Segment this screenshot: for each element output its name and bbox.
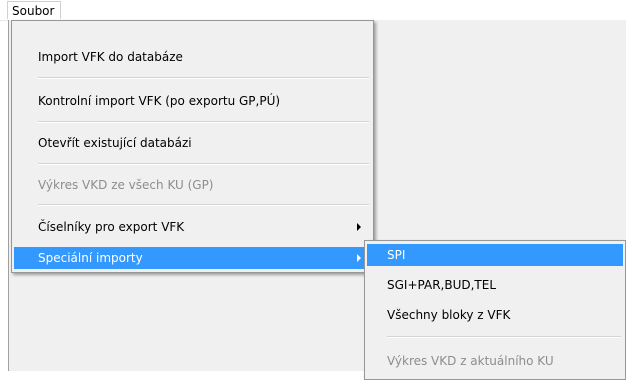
menu-item-codelists[interactable]: Číselníky pro export VFK	[14, 216, 371, 238]
submenu-item-sgi[interactable]: SGI+PAR,BUD,TEL	[367, 274, 623, 296]
submenu-item-all-blocks[interactable]: Všechny bloky z VFK	[367, 304, 623, 326]
menu-bar: Soubor	[0, 0, 626, 21]
special-imports-submenu: SPI SGI+PAR,BUD,TEL Všechny bloky z VFK …	[364, 240, 626, 380]
menu-item-label: Číselníky pro export VFK	[38, 220, 185, 234]
triangle-right-icon	[357, 223, 361, 231]
triangle-right-icon	[357, 254, 361, 262]
submenu-item-vkd-current-ku: Výkres VKD z aktuálního KU	[387, 354, 554, 368]
menu-separator	[38, 77, 369, 79]
menu-item-label: Speciální importy	[38, 251, 143, 265]
menu-item-special-imports[interactable]: Speciální importy	[14, 247, 371, 269]
menu-item-import-vfk[interactable]: Import VFK do databáze	[14, 46, 371, 68]
menu-separator	[38, 204, 369, 206]
menu-separator	[387, 336, 621, 338]
menu-separator	[38, 121, 369, 123]
menu-item-vkd-all-ku: Výkres VKD ze všech KU (GP)	[38, 178, 214, 192]
file-menu: Import VFK do databáze Kontrolní import …	[11, 20, 374, 273]
menu-separator	[38, 163, 369, 165]
menu-item-control-import[interactable]: Kontrolní import VFK (po exportu GP,PÚ)	[14, 90, 371, 112]
submenu-item-spi[interactable]: SPI	[367, 244, 623, 266]
menu-item-open-database[interactable]: Otevřít existující databázi	[14, 132, 371, 154]
menu-soubor[interactable]: Soubor	[7, 1, 62, 19]
